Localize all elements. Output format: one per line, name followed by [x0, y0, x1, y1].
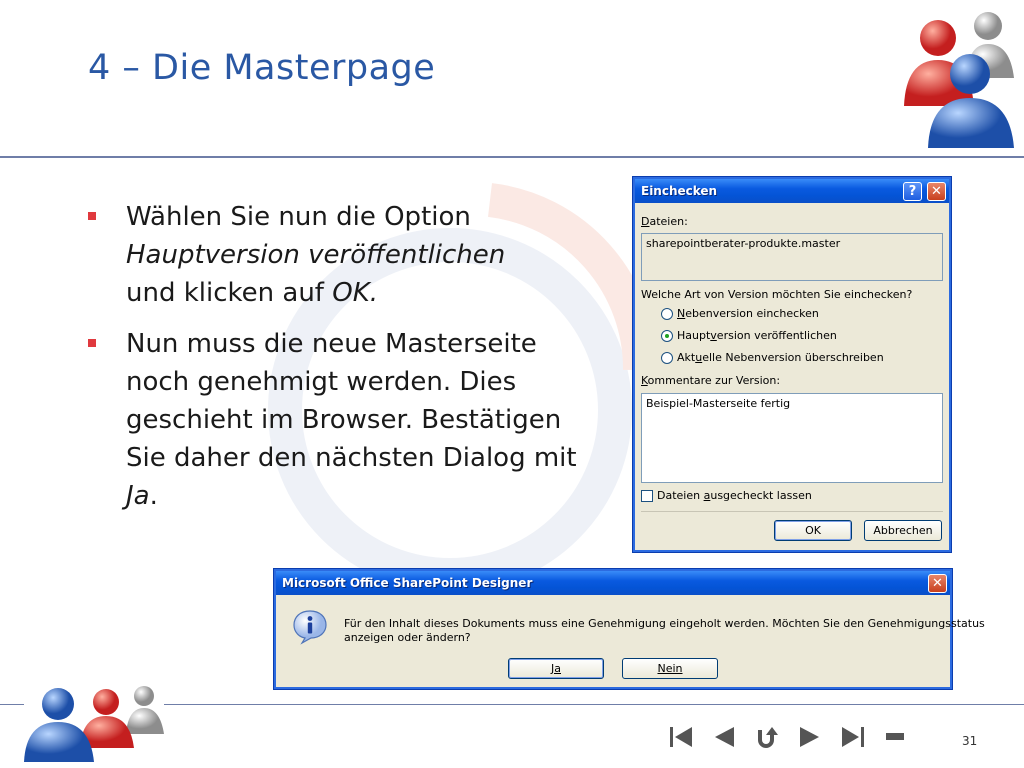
previous-slide-icon[interactable]: [710, 724, 738, 750]
end-show-icon[interactable]: [884, 724, 906, 750]
version-question: Welche Art von Version möchten Sie einch…: [641, 288, 913, 301]
dialog-separator: [641, 511, 943, 512]
comments-label: Kommentare zur Version:: [641, 374, 781, 387]
message-title: Microsoft Office SharePoint Designer: [282, 576, 533, 590]
bullet-marker: [88, 212, 96, 220]
people-logo-icon: [904, 12, 1014, 148]
slide-title: 4 – Die Masterpage: [88, 48, 436, 88]
bullet-text: Nun muss die neue Masterseite noch geneh…: [126, 329, 577, 473]
footer-divider: [164, 704, 1024, 705]
last-slide-icon[interactable]: [838, 724, 866, 750]
message-text-line1: Für den Inhalt dieses Dokuments muss ein…: [344, 617, 985, 630]
bullet-marker: [88, 339, 96, 347]
message-close-button[interactable]: ✕: [928, 574, 947, 593]
ok-button[interactable]: OK: [774, 520, 852, 541]
dialog-titlebar[interactable]: Einchecken ? ✕: [635, 179, 949, 203]
files-label: Dateien:: [641, 215, 688, 228]
page-number: 31: [962, 734, 978, 748]
close-button[interactable]: ✕: [927, 182, 946, 201]
bullet-emphasis: Ja: [126, 481, 150, 511]
close-icon: ✕: [932, 576, 943, 591]
first-slide-icon[interactable]: [668, 724, 696, 750]
no-button[interactable]: Nein: [622, 658, 718, 679]
help-button[interactable]: ?: [903, 182, 922, 201]
bullet-text: .: [149, 481, 158, 511]
checkin-dialog: Einchecken ? ✕ Dateien: sharepointberate…: [632, 176, 952, 553]
bullet-text: Wählen Sie nun die Option: [126, 202, 471, 232]
radio-minor-version[interactable]: [661, 308, 673, 320]
files-field[interactable]: sharepointberater-produkte.master: [641, 233, 943, 281]
bullet-item: Wählen Sie nun die Option Hauptversion v…: [88, 198, 618, 312]
radio-minor-version-label[interactable]: Nebenversion einchecken: [677, 307, 819, 320]
radio-overwrite-version-label[interactable]: Aktuelle Nebenversion überschreiben: [677, 351, 884, 364]
keep-checked-out-label[interactable]: Dateien ausgecheckt lassen: [657, 489, 812, 502]
bullet-emphasis: Hauptversion veröffentlichen: [126, 240, 506, 270]
info-icon: [293, 610, 327, 645]
dialog-title: Einchecken: [641, 184, 718, 198]
help-icon: ?: [908, 184, 917, 199]
footer-divider: [0, 704, 24, 705]
message-titlebar[interactable]: Microsoft Office SharePoint Designer ✕: [276, 571, 950, 595]
approval-message-box: Microsoft Office SharePoint Designer ✕ F…: [273, 568, 985, 690]
radio-major-version-label[interactable]: Hauptversion veröffentlichen: [677, 329, 837, 342]
next-slide-icon[interactable]: [796, 724, 824, 750]
return-icon[interactable]: [752, 724, 780, 750]
bullet-text: und klicken auf: [126, 278, 333, 308]
title-divider: [0, 156, 1024, 158]
file-value: sharepointberater-produkte.master: [646, 237, 841, 250]
yes-button[interactable]: Ja: [508, 658, 604, 679]
radio-major-version[interactable]: [661, 330, 673, 342]
bullet-item: Nun muss die neue Masterseite noch geneh…: [88, 325, 618, 515]
cancel-button[interactable]: Abbrechen: [864, 520, 942, 541]
keep-checked-out-checkbox[interactable]: [641, 490, 653, 502]
radio-overwrite-version[interactable]: [661, 352, 673, 364]
message-text-line2: anzeigen oder ändern?: [344, 631, 471, 644]
close-icon: ✕: [931, 184, 942, 199]
comments-textarea[interactable]: Beispiel-Masterseite fertig: [641, 393, 943, 483]
comment-value: Beispiel-Masterseite fertig: [646, 397, 791, 410]
people-logo-small-icon: [24, 686, 164, 762]
bullet-emphasis: OK.: [332, 278, 379, 308]
